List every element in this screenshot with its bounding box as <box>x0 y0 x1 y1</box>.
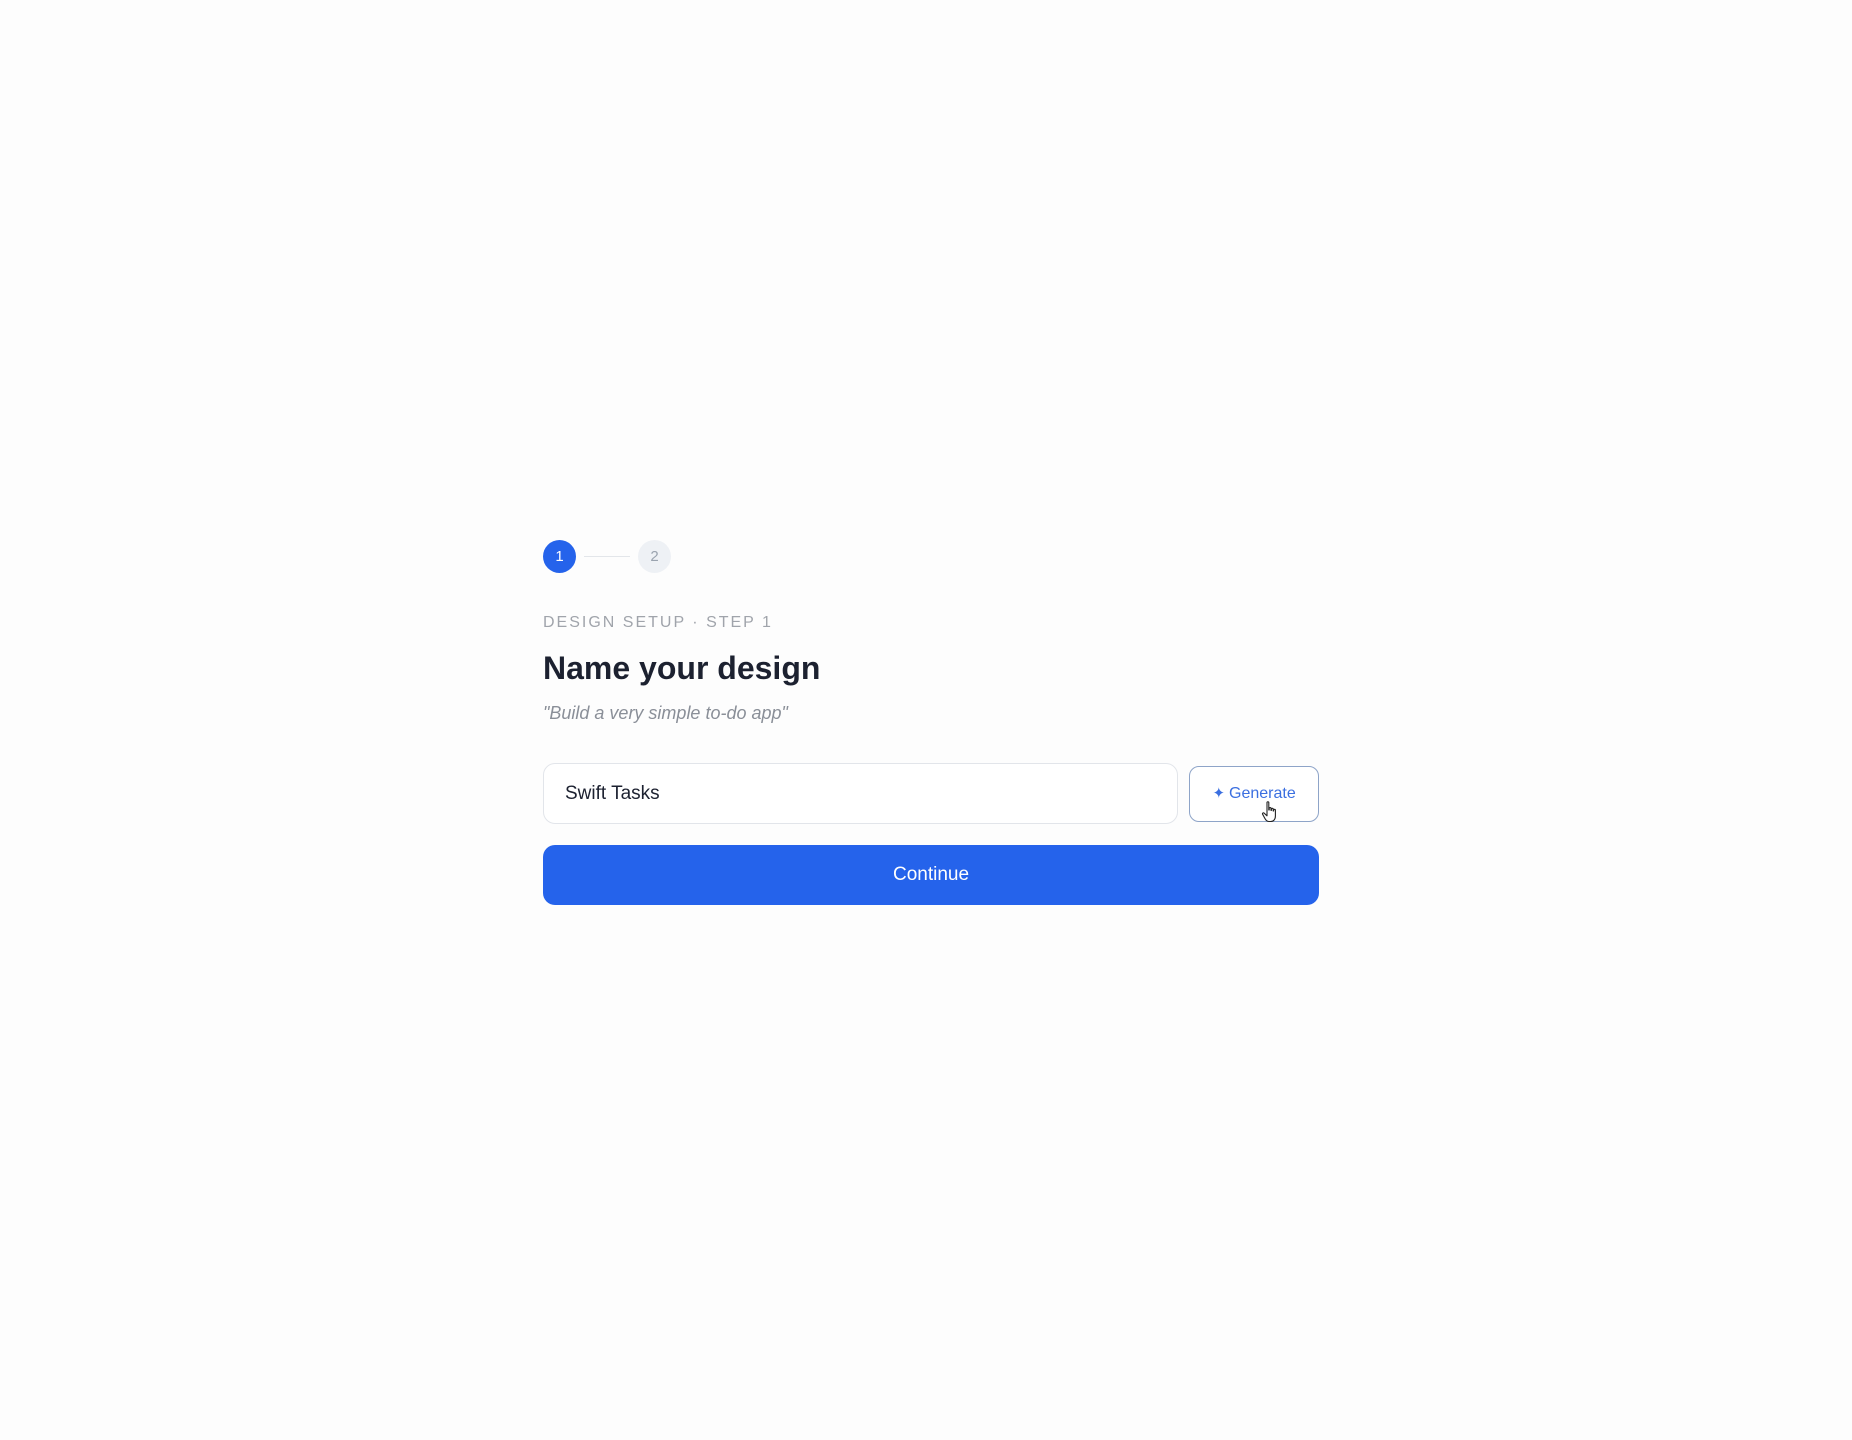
design-setup-panel: 1 2 DESIGN SETUP · STEP 1 Name your desi… <box>543 539 1319 905</box>
step-eyebrow: DESIGN SETUP · STEP 1 <box>543 614 773 631</box>
sparkle-icon: ✦ <box>1212 785 1226 802</box>
prompt-subtitle: "Build a very simple to-do app" <box>543 703 788 723</box>
design-name-input[interactable] <box>543 763 1179 824</box>
step-connector <box>584 555 630 557</box>
stepper: 1 2 <box>543 539 1319 573</box>
continue-button[interactable]: Continue <box>543 845 1319 905</box>
name-input-row: ✦ Generate <box>543 763 1319 824</box>
step-1-indicator: 1 <box>543 539 576 573</box>
page-title: Name your design <box>543 650 821 686</box>
page: 1 2 DESIGN SETUP · STEP 1 Name your desi… <box>0 0 1852 1440</box>
step-2-indicator: 2 <box>638 539 671 573</box>
generate-label: Generate <box>1229 784 1296 802</box>
generate-button[interactable]: ✦ Generate <box>1189 765 1319 822</box>
